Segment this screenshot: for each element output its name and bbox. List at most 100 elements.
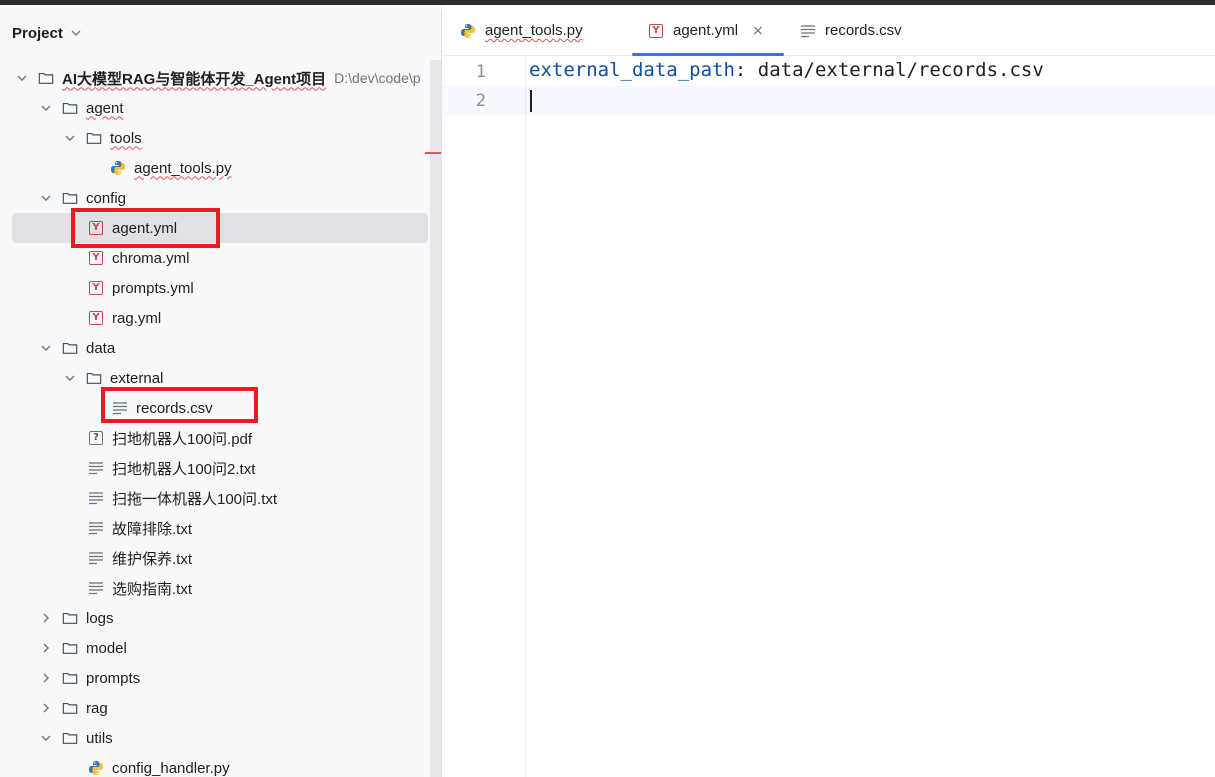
tree-item-utils[interactable]: utils <box>0 723 430 753</box>
tree-item-data[interactable]: data <box>0 333 430 363</box>
tab-label: agent_tools.py <box>485 22 583 39</box>
chevron-right-icon[interactable] <box>38 640 54 656</box>
chevron-down-icon[interactable] <box>14 70 30 86</box>
tree-item-label: logs <box>86 609 114 627</box>
yaml-icon: Y <box>648 23 664 39</box>
close-icon[interactable]: × <box>752 23 764 39</box>
project-sidebar: Project AI大模型RAG与智能体开发_Agent项目 D:\dev\co… <box>0 5 442 777</box>
tab-agent-yml[interactable]: Y agent.yml × <box>632 5 784 56</box>
tree-item-txt[interactable]: 维护保养.txt <box>0 543 430 573</box>
yaml-colon: : <box>734 59 747 81</box>
annotation-highlight-records-csv <box>101 387 258 423</box>
project-panel-title: Project <box>12 24 63 42</box>
current-line-highlight <box>442 86 1215 115</box>
line-number: 1 <box>475 62 486 82</box>
tree-item-label: model <box>86 639 127 657</box>
tree-item-txt[interactable]: 扫拖一体机器人100问.txt <box>0 483 430 513</box>
python-icon <box>110 160 126 176</box>
folder-icon <box>62 670 78 686</box>
tree-item-logs[interactable]: logs <box>0 603 430 633</box>
project-path: D:\dev\code\p <box>334 70 421 86</box>
editor-area: agent_tools.py Y agent.yml × records.csv… <box>442 5 1215 777</box>
tree-item-label: rag <box>86 699 108 717</box>
tree-item-label: utils <box>86 729 113 747</box>
tree-item-prompts[interactable]: prompts <box>0 663 430 693</box>
tree-item-label: config <box>86 189 127 207</box>
chevron-down-icon[interactable] <box>69 26 83 40</box>
project-name: AI大模型RAG与智能体开发_Agent项目 <box>62 70 327 88</box>
tab-label: records.csv <box>825 22 902 39</box>
tab-agent-tools-py[interactable]: agent_tools.py <box>460 5 583 56</box>
tree-item-label: 故障排除.txt <box>112 520 193 538</box>
folder-icon <box>62 700 78 716</box>
folder-icon <box>62 610 78 626</box>
folder-icon <box>86 370 102 386</box>
tree-item-label: 扫拖一体机器人100问.txt <box>112 490 278 508</box>
tab-records-csv[interactable]: records.csv <box>800 5 902 56</box>
tree-item-label: rag.yml <box>112 309 162 327</box>
yaml-icon: Y <box>88 250 104 266</box>
active-tab-indicator <box>632 53 784 56</box>
tree-item-label: data <box>86 339 116 357</box>
yaml-icon: Y <box>88 310 104 326</box>
tree-item-tools[interactable]: tools <box>0 123 430 153</box>
yaml-icon: Y <box>88 280 104 296</box>
tree-item-label: external <box>110 369 164 387</box>
tree-item-config-handler-py[interactable]: config_handler.py <box>0 753 430 777</box>
text-file-icon <box>88 490 104 506</box>
chevron-right-icon[interactable] <box>38 700 54 716</box>
chevron-down-icon[interactable] <box>38 190 54 206</box>
tree-item-label: 扫地机器人100问.pdf <box>112 430 253 448</box>
tree-item-txt[interactable]: 选购指南.txt <box>0 573 430 603</box>
folder-icon <box>38 70 54 86</box>
text-caret <box>530 90 532 112</box>
text-file-icon <box>800 23 816 39</box>
tree-item-prompts-yml[interactable]: Y prompts.yml <box>0 273 430 303</box>
python-icon <box>88 760 104 776</box>
chevron-down-icon[interactable] <box>38 730 54 746</box>
tree-item-label: tools <box>110 129 142 147</box>
tab-label: agent.yml <box>673 22 739 39</box>
folder-icon <box>62 190 78 206</box>
tree-item-txt[interactable]: 故障排除.txt <box>0 513 430 543</box>
code-line-1[interactable]: external_data_path: data/external/record… <box>529 59 1044 81</box>
text-file-icon <box>88 460 104 476</box>
tree-item-agent-tools-py[interactable]: agent_tools.py <box>0 153 430 183</box>
tree-item-agent[interactable]: agent <box>0 93 430 123</box>
line-number: 2 <box>475 91 486 111</box>
tree-item-pdf[interactable]: ? 扫地机器人100问.pdf <box>0 423 430 453</box>
text-file-icon <box>88 580 104 596</box>
folder-icon <box>62 730 78 746</box>
tree-item-label: chroma.yml <box>112 249 190 267</box>
tree-item-label: prompts.yml <box>112 279 194 297</box>
project-panel-header[interactable]: Project <box>12 22 83 44</box>
python-icon <box>460 23 476 39</box>
tree-item-label: 选购指南.txt <box>112 580 193 598</box>
chevron-right-icon[interactable] <box>38 610 54 626</box>
folder-icon <box>62 640 78 656</box>
yaml-key: external_data_path <box>529 59 735 81</box>
unknown-file-icon: ? <box>88 430 104 446</box>
chevron-right-icon[interactable] <box>38 670 54 686</box>
tree-item-rag-yml[interactable]: Y rag.yml <box>0 303 430 333</box>
chevron-down-icon[interactable] <box>38 340 54 356</box>
chevron-down-icon[interactable] <box>62 130 78 146</box>
chevron-down-icon[interactable] <box>38 100 54 116</box>
yaml-value: data/external/records.csv <box>746 59 1044 81</box>
folder-icon <box>86 130 102 146</box>
tree-item-txt[interactable]: 扫地机器人100问2.txt <box>0 453 430 483</box>
chevron-down-icon[interactable] <box>62 370 78 386</box>
tree-item-label: agent_tools.py <box>134 159 232 177</box>
folder-icon <box>62 100 78 116</box>
annotation-highlight-agent-yml <box>71 208 220 248</box>
line-number-gutter: 1 2 <box>442 57 526 777</box>
text-file-icon <box>88 520 104 536</box>
editor-tab-bar: agent_tools.py Y agent.yml × records.csv <box>442 5 1215 56</box>
tree-item-model[interactable]: model <box>0 633 430 663</box>
tree-item-label: agent <box>86 99 124 117</box>
tree-item-label: config_handler.py <box>112 759 230 777</box>
tree-item-label: 维护保养.txt <box>112 550 193 568</box>
tree-item-label: 扫地机器人100问2.txt <box>112 460 256 478</box>
tree-item-project-root[interactable]: AI大模型RAG与智能体开发_Agent项目 D:\dev\code\p <box>0 63 430 93</box>
tree-item-rag[interactable]: rag <box>0 693 430 723</box>
